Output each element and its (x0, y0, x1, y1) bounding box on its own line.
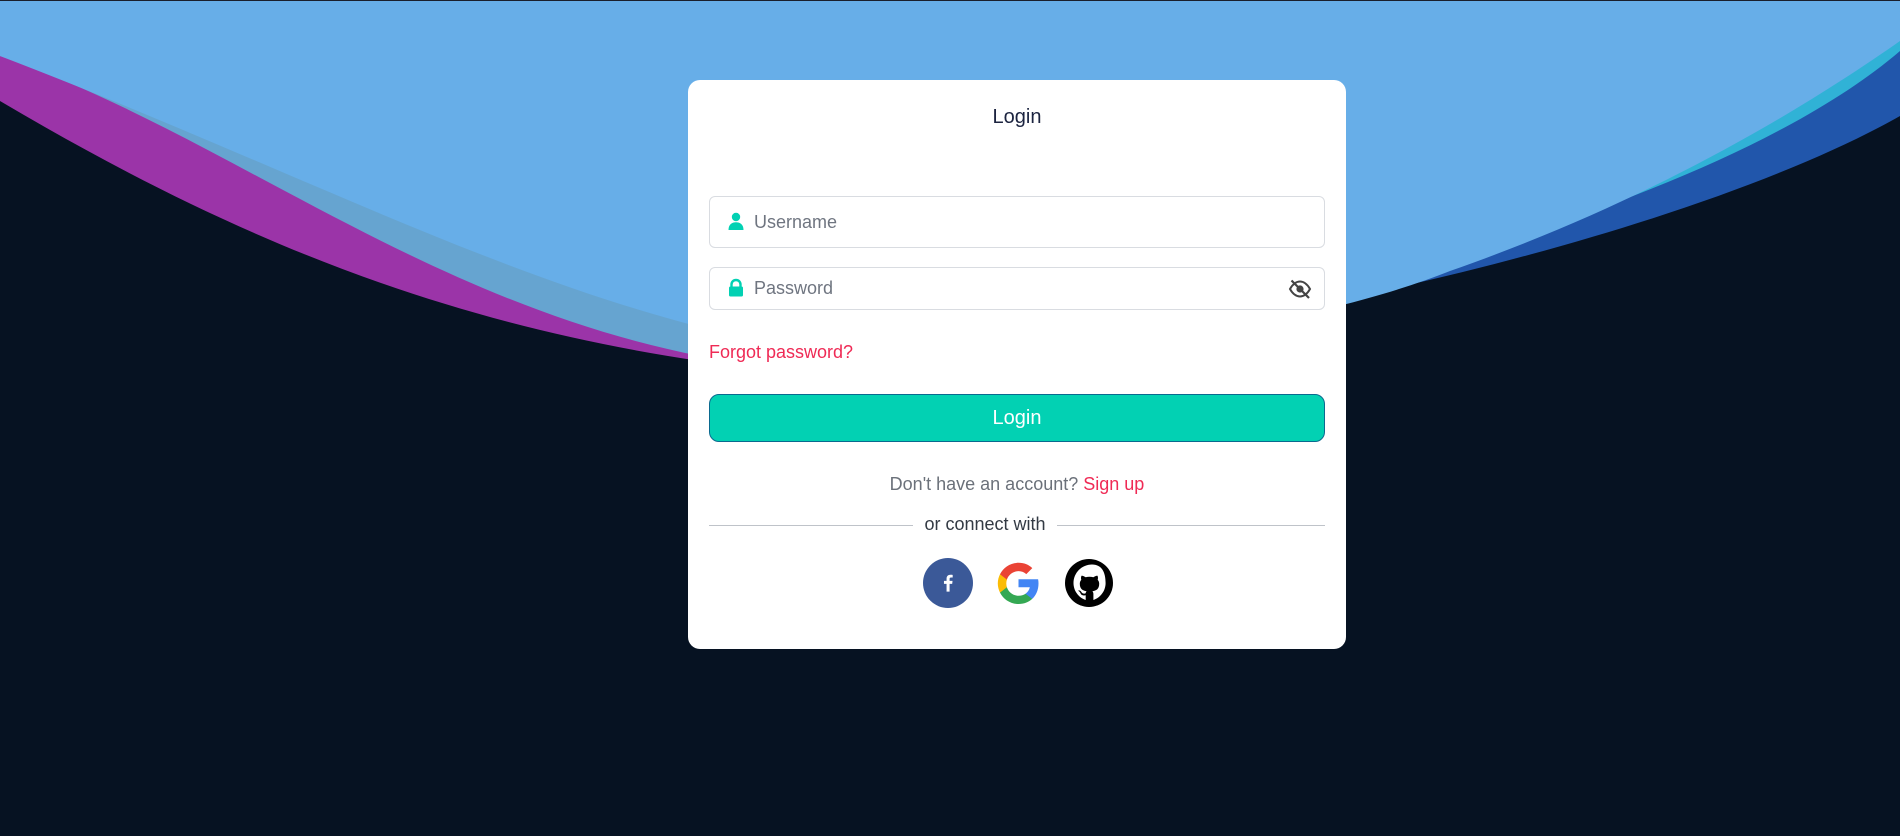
forgot-password-link[interactable]: Forgot password? (709, 342, 853, 363)
password-field[interactable] (709, 267, 1325, 310)
user-icon (728, 212, 744, 230)
signup-prompt: Don't have an account? Sign up (688, 474, 1346, 495)
password-input[interactable] (754, 268, 1280, 309)
login-button[interactable]: Login (709, 394, 1325, 442)
page: Login Forgot password? Login Don't ha (0, 0, 1903, 837)
no-account-text: Don't have an account? (889, 474, 1079, 494)
signup-link[interactable]: Sign up (1083, 474, 1144, 494)
divider-line-left (709, 525, 913, 526)
divider-text: or connect with (924, 514, 1046, 534)
lock-icon (729, 278, 743, 297)
facebook-icon[interactable] (923, 558, 973, 608)
eye-slash-icon[interactable] (1288, 278, 1312, 300)
username-field[interactable] (709, 196, 1325, 248)
login-title: Login (992, 106, 1042, 128)
github-icon[interactable] (1064, 558, 1114, 608)
google-icon[interactable] (993, 558, 1043, 608)
social-divider: or connect with (709, 514, 1325, 536)
login-card: Login Forgot password? Login Don't ha (688, 80, 1346, 649)
username-input[interactable] (754, 197, 1280, 247)
divider-line-right (1057, 525, 1325, 526)
